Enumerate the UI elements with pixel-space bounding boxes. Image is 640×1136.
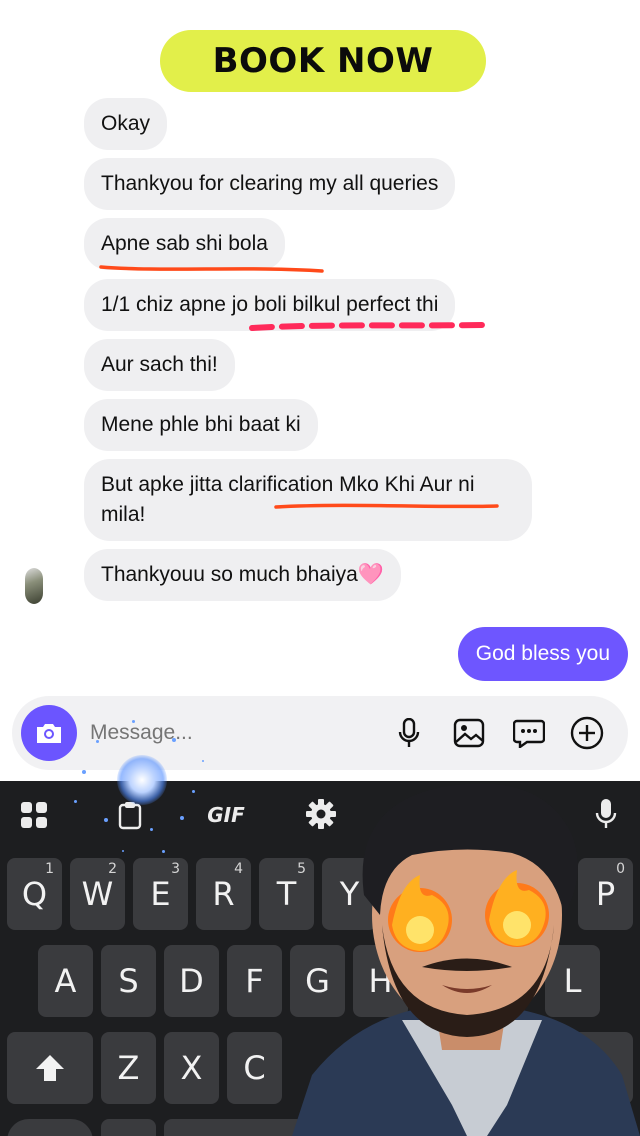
camera-button[interactable]	[21, 705, 77, 761]
message-bubble-phle: Mene phle bhi baat ki	[84, 399, 318, 451]
key-w[interactable]: W2	[70, 858, 125, 930]
message-bubble-thanks: Thankyou for clearing my all queries	[84, 158, 456, 210]
sticker-button[interactable]	[512, 716, 546, 750]
message-bubble-sach: Aur sach thi!	[84, 339, 235, 391]
message-bubble-sab-shi: Apne sab shi bola	[84, 218, 285, 270]
key-a[interactable]: A	[38, 945, 93, 1017]
image-icon	[453, 718, 485, 748]
message-bubble-perfect: 1/1 chiz apne jo boli bilkul perfect thi	[84, 279, 456, 331]
camera-icon	[37, 724, 61, 743]
message-bubble-clarification: But apke jitta clarification Mko Khi Aur…	[84, 459, 532, 541]
message-bubble-okay: Okay	[84, 98, 168, 150]
add-button[interactable]	[570, 716, 604, 750]
emoji-key[interactable]	[101, 1119, 156, 1136]
key-r[interactable]: R4	[196, 858, 251, 930]
microphone-icon	[398, 718, 420, 747]
gif-button[interactable]: GIF	[198, 799, 254, 831]
shift-arrow-icon	[36, 1055, 64, 1081]
key-d[interactable]: D	[164, 945, 219, 1017]
symbols-key[interactable]	[7, 1119, 93, 1136]
message-bubble-thankyouu: Thankyouu so much bhaiya🩷	[84, 549, 401, 601]
plus-circle-icon	[570, 716, 604, 750]
book-now-banner[interactable]: BOOK NOW	[160, 30, 486, 92]
sender-avatar[interactable]	[25, 568, 43, 604]
key-f[interactable]: F	[227, 945, 282, 1017]
book-now-label: BOOK NOW	[212, 41, 434, 81]
chat-bubble-icon	[513, 719, 545, 748]
shift-key[interactable]	[7, 1032, 93, 1104]
key-s[interactable]: S	[101, 945, 156, 1017]
avatar-sticker	[292, 783, 640, 1136]
key-x[interactable]: X	[164, 1032, 219, 1104]
message-input[interactable]	[90, 716, 380, 750]
clipboard-button[interactable]	[110, 795, 150, 835]
key-e[interactable]: E3	[133, 858, 188, 930]
clipboard-icon	[118, 802, 142, 830]
key-q[interactable]: Q1	[7, 858, 62, 930]
microphone-button[interactable]	[392, 716, 426, 750]
grid-icon	[21, 802, 47, 828]
message-composer	[12, 696, 628, 770]
gallery-button[interactable]	[452, 716, 486, 750]
key-c[interactable]: C	[227, 1032, 282, 1104]
apps-grid-button[interactable]	[18, 799, 50, 831]
key-z[interactable]: Z	[101, 1032, 156, 1104]
outgoing-message-bubble: God bless you	[457, 627, 628, 681]
